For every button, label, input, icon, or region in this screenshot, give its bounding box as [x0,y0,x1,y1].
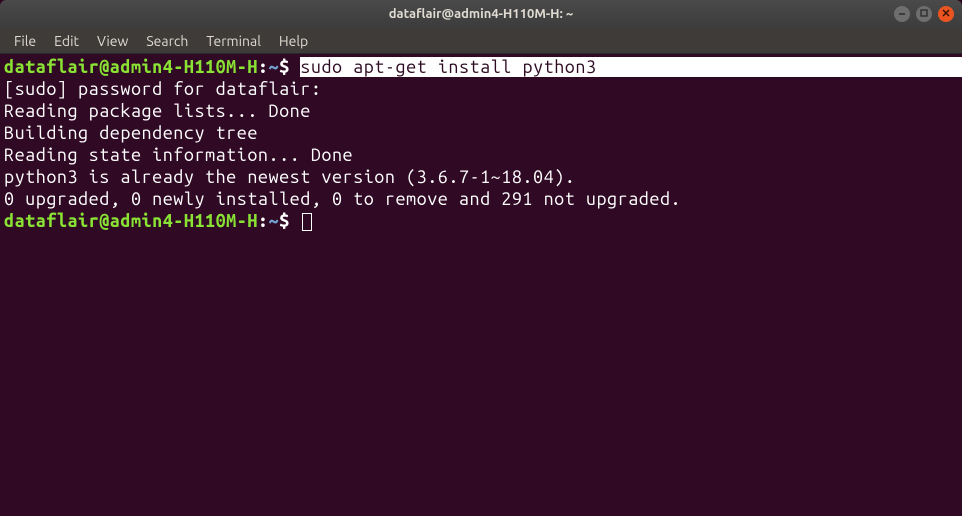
prompt-separator: : [258,211,269,231]
terminal-window: dataflair@admin4-H110M-H: ~ File Edit Vi… [0,0,962,516]
close-button[interactable] [938,6,954,22]
terminal-body[interactable]: dataflair@admin4-H110M-H:~$ sudo apt-get… [0,54,962,516]
prompt-user-host: dataflair@admin4-H110M-H [4,211,258,231]
minimize-button[interactable] [894,6,910,22]
menu-file[interactable]: File [6,30,44,52]
prompt-user-host: dataflair@admin4-H110M-H [4,57,258,77]
output-line: Reading package lists... Done [4,100,958,122]
prompt-dollar: $ [279,57,300,77]
output-line: Building dependency tree [4,122,958,144]
menu-help[interactable]: Help [271,30,316,52]
output-line: 0 upgraded, 0 newly installed, 0 to remo… [4,188,958,210]
window-controls [894,6,954,22]
maximize-button[interactable] [916,6,932,22]
menu-search[interactable]: Search [138,30,196,52]
menu-edit[interactable]: Edit [46,30,87,52]
command-highlight-fill [597,57,962,77]
menu-view[interactable]: View [89,30,136,52]
prompt-separator: : [258,57,269,77]
titlebar: dataflair@admin4-H110M-H: ~ [0,0,962,28]
output-line: [sudo] password for dataflair: [4,78,958,100]
command-text: sudo apt-get install python3 [300,57,596,77]
prompt-path: ~ [269,57,280,77]
close-icon [941,8,951,20]
output-line: Reading state information... Done [4,144,958,166]
minimize-icon [897,8,907,20]
prompt-line-2: dataflair@admin4-H110M-H:~$ [4,210,958,232]
cursor-icon [302,213,312,231]
prompt-path: ~ [269,211,280,231]
maximize-icon [919,8,929,20]
output-line: python3 is already the newest version (3… [4,166,958,188]
prompt-line-1: dataflair@admin4-H110M-H:~$ sudo apt-get… [4,56,958,78]
prompt-dollar: $ [279,211,300,231]
menubar: File Edit View Search Terminal Help [0,28,962,54]
menu-terminal[interactable]: Terminal [198,30,269,52]
window-title: dataflair@admin4-H110M-H: ~ [389,7,573,21]
